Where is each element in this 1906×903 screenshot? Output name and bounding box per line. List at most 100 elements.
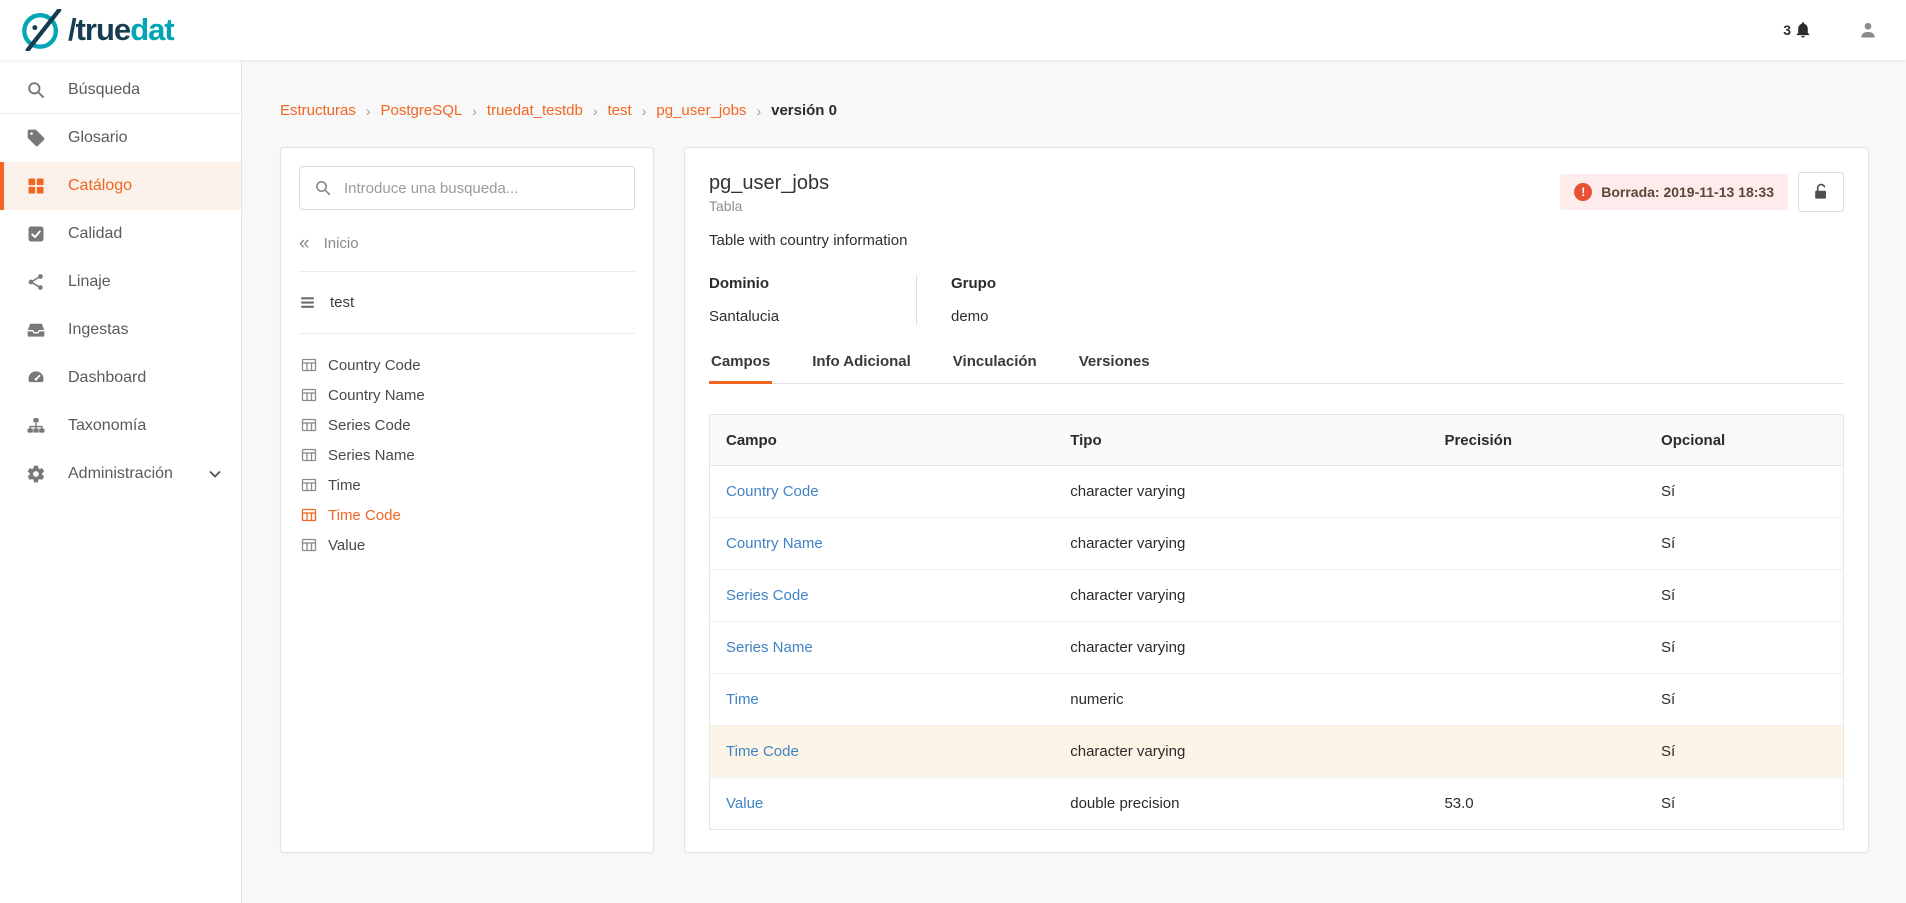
opcional-cell: Sí [1645, 518, 1843, 570]
breadcrumb-link[interactable]: pg_user_jobs [656, 102, 746, 119]
sidebar-item-ingestas[interactable]: Ingestas [0, 306, 241, 354]
sidebar-item-calidad[interactable]: Calidad [0, 210, 241, 258]
precision-cell [1428, 674, 1645, 726]
sidebar-item-label: Calidad [68, 225, 122, 243]
campo-link[interactable]: Country Name [726, 535, 823, 552]
field-list: Country Code Country Name Series Code Se… [299, 334, 635, 560]
column-header-opcional: Opcional [1645, 415, 1843, 466]
sidebar: Búsqueda Glosario Catálogo Calidad Linaj… [0, 60, 242, 903]
explorer-panel: « Inicio test Country Code Country Name [280, 147, 654, 853]
opcional-cell: Sí [1645, 570, 1843, 622]
opcional-cell: Sí [1645, 466, 1843, 518]
structure-detail-panel: pg_user_jobs Tabla ! Borrada: 2019-11-13… [684, 147, 1869, 853]
field-item[interactable]: Country Code [301, 350, 635, 380]
breadcrumb-separator: › [472, 103, 477, 119]
field-item-selected[interactable]: Time Code [301, 500, 635, 530]
precision-cell [1428, 726, 1645, 778]
truedat-logo[interactable]: /truedat [20, 9, 174, 51]
grid-icon [26, 176, 46, 196]
sidebar-item-linaje[interactable]: Linaje [0, 258, 241, 306]
sidebar-item-label: Administración [68, 465, 173, 483]
table-column-icon [301, 387, 317, 403]
breadcrumb-link[interactable]: truedat_testdb [487, 102, 583, 119]
field-item[interactable]: Value [301, 530, 635, 560]
grupo-label: Grupo [951, 275, 996, 292]
field-label: Series Code [328, 417, 411, 434]
opcional-cell: Sí [1645, 622, 1843, 674]
tipo-cell: double precision [1054, 778, 1428, 830]
campo-link[interactable]: Series Name [726, 639, 813, 656]
field-label: Value [328, 537, 365, 554]
notifications-button[interactable]: 3 [1783, 21, 1812, 39]
precision-cell [1428, 570, 1645, 622]
top-header: /truedat 3 [0, 0, 1906, 60]
field-item[interactable]: Country Name [301, 380, 635, 410]
sidebar-item-busqueda[interactable]: Búsqueda [0, 66, 241, 114]
campo-link[interactable]: Series Code [726, 587, 809, 604]
tipo-cell: numeric [1054, 674, 1428, 726]
campo-link[interactable]: Time Code [726, 743, 799, 760]
field-item[interactable]: Series Code [301, 410, 635, 440]
precision-cell [1428, 466, 1645, 518]
tipo-cell: character varying [1054, 518, 1428, 570]
table-column-icon [301, 507, 317, 523]
explorer-parent-test[interactable]: test [299, 272, 635, 334]
breadcrumb: Estructuras › PostgreSQL › truedat_testd… [280, 60, 1869, 147]
tab-vinculacion[interactable]: Vinculación [951, 353, 1039, 383]
field-label: Time Code [328, 507, 401, 524]
campo-link[interactable]: Time [726, 691, 759, 708]
tipo-cell: character varying [1054, 726, 1428, 778]
campo-link[interactable]: Country Code [726, 483, 819, 500]
table-row: Series Name character varying Sí [710, 622, 1844, 674]
table-column-icon [301, 417, 317, 433]
breadcrumb-separator: › [642, 103, 647, 119]
campo-link[interactable]: Value [726, 795, 763, 812]
sidebar-item-label: Catálogo [68, 177, 132, 195]
breadcrumb-link[interactable]: PostgreSQL [381, 102, 463, 119]
gear-icon [26, 464, 46, 484]
field-item[interactable]: Series Name [301, 440, 635, 470]
structure-description: Table with country information [709, 232, 1844, 249]
chevron-down-icon [209, 470, 221, 478]
column-header-tipo: Tipo [1054, 415, 1428, 466]
tab-info-adicional[interactable]: Info Adicional [810, 353, 913, 383]
sidebar-item-dashboard[interactable]: Dashboard [0, 354, 241, 402]
search-icon [26, 80, 46, 100]
tipo-cell: character varying [1054, 570, 1428, 622]
table-header-row: Campo Tipo Precisión Opcional [710, 415, 1844, 466]
column-header-campo: Campo [710, 415, 1055, 466]
list-icon [299, 294, 316, 311]
breadcrumb-link[interactable]: test [608, 102, 632, 119]
table-row-highlighted: Time Code character varying Sí [710, 726, 1844, 778]
breadcrumb-link[interactable]: Estructuras [280, 102, 356, 119]
notification-count: 3 [1783, 22, 1791, 38]
field-label: Time [328, 477, 361, 494]
tab-versiones[interactable]: Versiones [1077, 353, 1152, 383]
column-header-precision: Precisión [1428, 415, 1645, 466]
tipo-cell: character varying [1054, 466, 1428, 518]
meta-grupo: Grupo demo [916, 275, 996, 325]
dominio-value: Santalucia [709, 308, 916, 325]
user-menu-button[interactable] [1858, 20, 1878, 40]
tab-campos[interactable]: Campos [709, 353, 772, 383]
fields-table: Campo Tipo Precisión Opcional Country Co… [709, 414, 1844, 830]
explorer-back-inicio[interactable]: « Inicio [299, 216, 635, 272]
field-label: Country Code [328, 357, 421, 374]
explorer-search-input[interactable] [299, 166, 635, 210]
sidebar-item-label: Linaje [68, 273, 111, 291]
back-label: Inicio [324, 235, 359, 252]
sidebar-item-glosario[interactable]: Glosario [0, 114, 241, 162]
sidebar-item-taxonomia[interactable]: Taxonomía [0, 402, 241, 450]
field-item[interactable]: Time [301, 470, 635, 500]
opcional-cell: Sí [1645, 726, 1843, 778]
dominio-label: Dominio [709, 275, 916, 292]
lock-button[interactable] [1798, 172, 1844, 212]
table-column-icon [301, 537, 317, 553]
precision-cell [1428, 518, 1645, 570]
grupo-value: demo [951, 308, 996, 325]
sidebar-item-label: Búsqueda [68, 81, 140, 99]
sidebar-item-administracion[interactable]: Administración [0, 450, 241, 498]
sidebar-item-catalogo[interactable]: Catálogo [0, 162, 241, 210]
tipo-cell: character varying [1054, 622, 1428, 674]
quality-check-icon [26, 224, 46, 244]
